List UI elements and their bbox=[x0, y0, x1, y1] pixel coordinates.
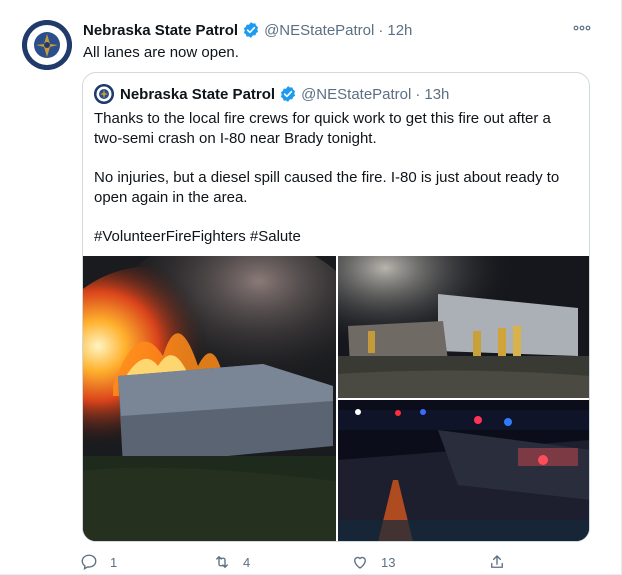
tweet-text: All lanes are now open. bbox=[83, 44, 239, 61]
quoted-paragraph: No injuries, but a diesel spill caused t… bbox=[94, 169, 560, 206]
tweet-actions: 1 4 13 bbox=[80, 553, 600, 573]
reply-count: 1 bbox=[110, 554, 118, 570]
quoted-author-handle[interactable]: @NEStatePatrol bbox=[301, 86, 411, 103]
quoted-tweet[interactable]: Nebraska State Patrol @NEStatePatrol · 1… bbox=[82, 72, 590, 542]
avatar[interactable] bbox=[22, 20, 72, 70]
quoted-timestamp[interactable]: 13h bbox=[424, 86, 449, 103]
quoted-text: Thanks to the local fire crews for quick… bbox=[94, 109, 582, 247]
firefighters-at-semi-photo[interactable] bbox=[338, 256, 589, 398]
quoted-paragraph: Thanks to the local fire crews for quick… bbox=[94, 110, 551, 147]
retweet-icon bbox=[216, 556, 228, 568]
truck-fire-photo[interactable] bbox=[83, 256, 336, 541]
retweet-count: 4 bbox=[243, 554, 251, 570]
share-icon bbox=[491, 555, 503, 568]
state-patrol-seal-icon bbox=[94, 84, 114, 104]
heart-icon bbox=[354, 556, 366, 569]
share-button[interactable] bbox=[488, 553, 518, 571]
verified-badge-icon bbox=[244, 22, 259, 38]
tweet-header: Nebraska State Patrol @NEStatePatrol · 1… bbox=[83, 21, 412, 39]
state-patrol-seal-icon bbox=[22, 20, 72, 70]
author-handle[interactable]: @NEStatePatrol bbox=[264, 22, 374, 39]
like-button[interactable]: 13 bbox=[351, 553, 395, 571]
separator: · bbox=[415, 85, 421, 103]
quoted-author-name[interactable]: Nebraska State Patrol bbox=[120, 86, 275, 103]
reply-button[interactable]: 1 bbox=[80, 553, 117, 571]
reply-icon bbox=[81, 554, 97, 571]
retweet-button[interactable]: 4 bbox=[213, 553, 250, 571]
quoted-header: Nebraska State Patrol @NEStatePatrol · 1… bbox=[94, 84, 449, 104]
tweet[interactable]: Nebraska State Patrol @NEStatePatrol · 1… bbox=[0, 0, 622, 575]
verified-badge-icon bbox=[281, 86, 296, 102]
quoted-hashtags[interactable]: #VolunteerFireFighters #Salute bbox=[94, 227, 582, 247]
like-count: 13 bbox=[381, 554, 396, 570]
media-grid bbox=[83, 256, 589, 541]
more-options-icon[interactable] bbox=[573, 23, 591, 33]
author-name[interactable]: Nebraska State Patrol bbox=[83, 22, 238, 39]
quoted-avatar[interactable] bbox=[94, 84, 114, 104]
emergency-vehicles-night-photo[interactable] bbox=[338, 400, 589, 541]
timestamp[interactable]: 12h bbox=[387, 22, 412, 39]
separator: · bbox=[378, 21, 384, 39]
